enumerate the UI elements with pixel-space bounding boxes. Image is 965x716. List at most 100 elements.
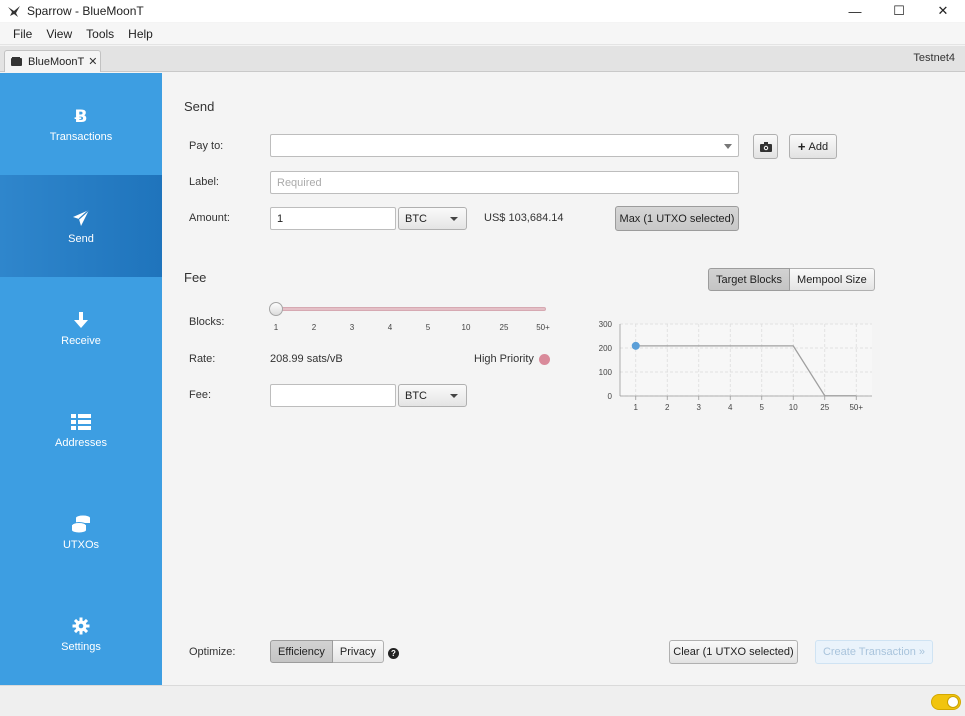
fee-unit-select[interactable]: BTC (398, 384, 467, 407)
fee-view-toggle: Target Blocks Mempool Size (708, 268, 875, 291)
optimize-toggle: Efficiency Privacy (270, 640, 384, 663)
pay-to-input[interactable] (270, 134, 739, 157)
sparrow-logo-icon (8, 6, 20, 17)
svg-text:Ƀ: Ƀ (75, 107, 88, 126)
slider-tick: 25 (499, 323, 509, 332)
chart-x-tick-label: 2 (665, 403, 670, 412)
fee-input[interactable] (270, 384, 396, 407)
target-blocks-button[interactable]: Target Blocks (708, 268, 791, 291)
slider-tick: 10 (461, 323, 471, 332)
rate-value: 208.99 sats/vB (270, 353, 343, 365)
priority-label: High Priority (474, 353, 534, 365)
sidebar-label: Settings (61, 640, 101, 653)
slider-tick: 1 (273, 323, 279, 332)
fee-section-title: Fee (184, 270, 207, 285)
blocks-slider-thumb[interactable] (269, 302, 283, 316)
label-label: Label: (189, 176, 219, 188)
max-button[interactable]: Max (1 UTXO selected) (615, 206, 739, 231)
chevron-down-icon (450, 217, 458, 221)
label-placeholder: Required (277, 176, 322, 189)
chart-x-tick-label: 5 (760, 403, 765, 412)
menu-view[interactable]: View (39, 27, 79, 41)
slider-tick: 2 (311, 323, 317, 332)
camera-icon (759, 141, 772, 152)
menu-file[interactable]: File (6, 27, 39, 41)
scan-qr-button[interactable] (753, 134, 778, 159)
sidebar-item-receive[interactable]: Receive (0, 277, 162, 379)
menu-help[interactable]: Help (121, 27, 160, 41)
bitcoin-icon: Ƀ (71, 106, 91, 126)
sidebar-item-utxos[interactable]: UTXOs (0, 481, 162, 583)
toggle-knob (947, 696, 959, 708)
send-panel: Send Pay to: + Add Label: Required Amoun… (162, 73, 965, 685)
minimize-button[interactable]: — (833, 0, 877, 22)
add-recipient-button[interactable]: + Add (789, 134, 837, 159)
send-section-title: Send (184, 99, 215, 114)
priority-indicator-icon (539, 354, 550, 365)
tab-label: BlueMoonT (28, 55, 85, 68)
chart-x-tick-label: 1 (634, 403, 639, 412)
sidebar: Ƀ Transactions Send Receive Addresses UT… (0, 73, 162, 685)
mempool-size-button[interactable]: Mempool Size (790, 268, 875, 291)
slider-tick: 5 (425, 323, 431, 332)
title-bar: Sparrow - BlueMoonT — ☐ ✕ (0, 0, 965, 22)
plus-icon: + (797, 139, 806, 154)
slider-tick: 50+ (536, 323, 550, 332)
menu-tools[interactable]: Tools (79, 27, 121, 41)
amount-label: Amount: (189, 212, 230, 224)
create-transaction-button[interactable]: Create Transaction » (815, 640, 933, 664)
sidebar-item-send[interactable]: Send (0, 175, 162, 277)
sidebar-label: Addresses (55, 436, 107, 449)
rate-label: Rate: (189, 353, 216, 365)
optimize-label: Optimize: (189, 646, 236, 658)
blocks-label: Blocks: (189, 316, 225, 328)
paper-plane-icon (71, 208, 91, 228)
efficiency-button[interactable]: Efficiency (270, 640, 333, 663)
status-bar (0, 685, 965, 716)
fee-rate-chart: 0 100 200 300 1 2 3 4 5 10 25 50+ (599, 320, 872, 412)
chart-x-tick-label: 25 (820, 403, 829, 412)
blocks-slider-track[interactable] (276, 307, 546, 311)
chevron-down-icon[interactable] (724, 144, 732, 149)
chart-selected-point (631, 341, 640, 350)
tab-bar: BlueMoonT ✕ Testnet4 (0, 46, 965, 72)
sidebar-label: Receive (61, 334, 101, 347)
chart-y-tick-label: 300 (599, 320, 613, 329)
chart-y-tick-label: 0 (608, 392, 613, 401)
gear-icon (71, 616, 91, 636)
slider-tick: 3 (349, 323, 355, 332)
network-label: Testnet4 (913, 52, 955, 64)
maximize-button[interactable]: ☐ (877, 0, 921, 22)
chart-y-tick-label: 100 (599, 368, 613, 377)
menu-bar: File View Tools Help (0, 23, 965, 45)
fee-label: Fee: (189, 389, 212, 401)
clear-button[interactable]: Clear (1 UTXO selected) (669, 640, 798, 664)
privacy-button[interactable]: Privacy (332, 640, 384, 663)
amount-input[interactable]: 1 (270, 207, 396, 230)
sidebar-item-settings[interactable]: Settings (0, 583, 162, 685)
fiat-amount: US$ 103,684.14 (484, 212, 564, 224)
connection-toggle[interactable] (931, 694, 961, 710)
chevron-down-icon (450, 394, 458, 398)
sidebar-label: UTXOs (62, 538, 100, 551)
chart-plot-area (620, 324, 872, 396)
window-controls: — ☐ ✕ (833, 0, 965, 22)
pay-to-label: Pay to: (189, 140, 224, 152)
help-icon[interactable]: ? (388, 648, 399, 659)
sidebar-label: Transactions (49, 130, 113, 143)
slider-tick: 4 (387, 323, 393, 332)
label-input[interactable]: Required (270, 171, 739, 194)
chart-x-tick-label: 10 (789, 403, 798, 412)
amount-unit-select[interactable]: BTC (398, 207, 467, 230)
sidebar-item-addresses[interactable]: Addresses (0, 379, 162, 481)
tab-wallet[interactable]: BlueMoonT ✕ (4, 50, 101, 72)
sidebar-label: Send (68, 232, 94, 245)
sidebar-item-transactions[interactable]: Ƀ Transactions (0, 73, 162, 175)
arrow-down-icon (71, 310, 91, 330)
chart-x-tick-label: 3 (697, 403, 702, 412)
close-button[interactable]: ✕ (921, 0, 965, 22)
window-title: Sparrow - BlueMoonT (27, 4, 144, 18)
tab-close-icon[interactable]: ✕ (88, 55, 97, 68)
chart-y-tick-label: 200 (599, 344, 613, 353)
wallet-icon (11, 57, 22, 66)
